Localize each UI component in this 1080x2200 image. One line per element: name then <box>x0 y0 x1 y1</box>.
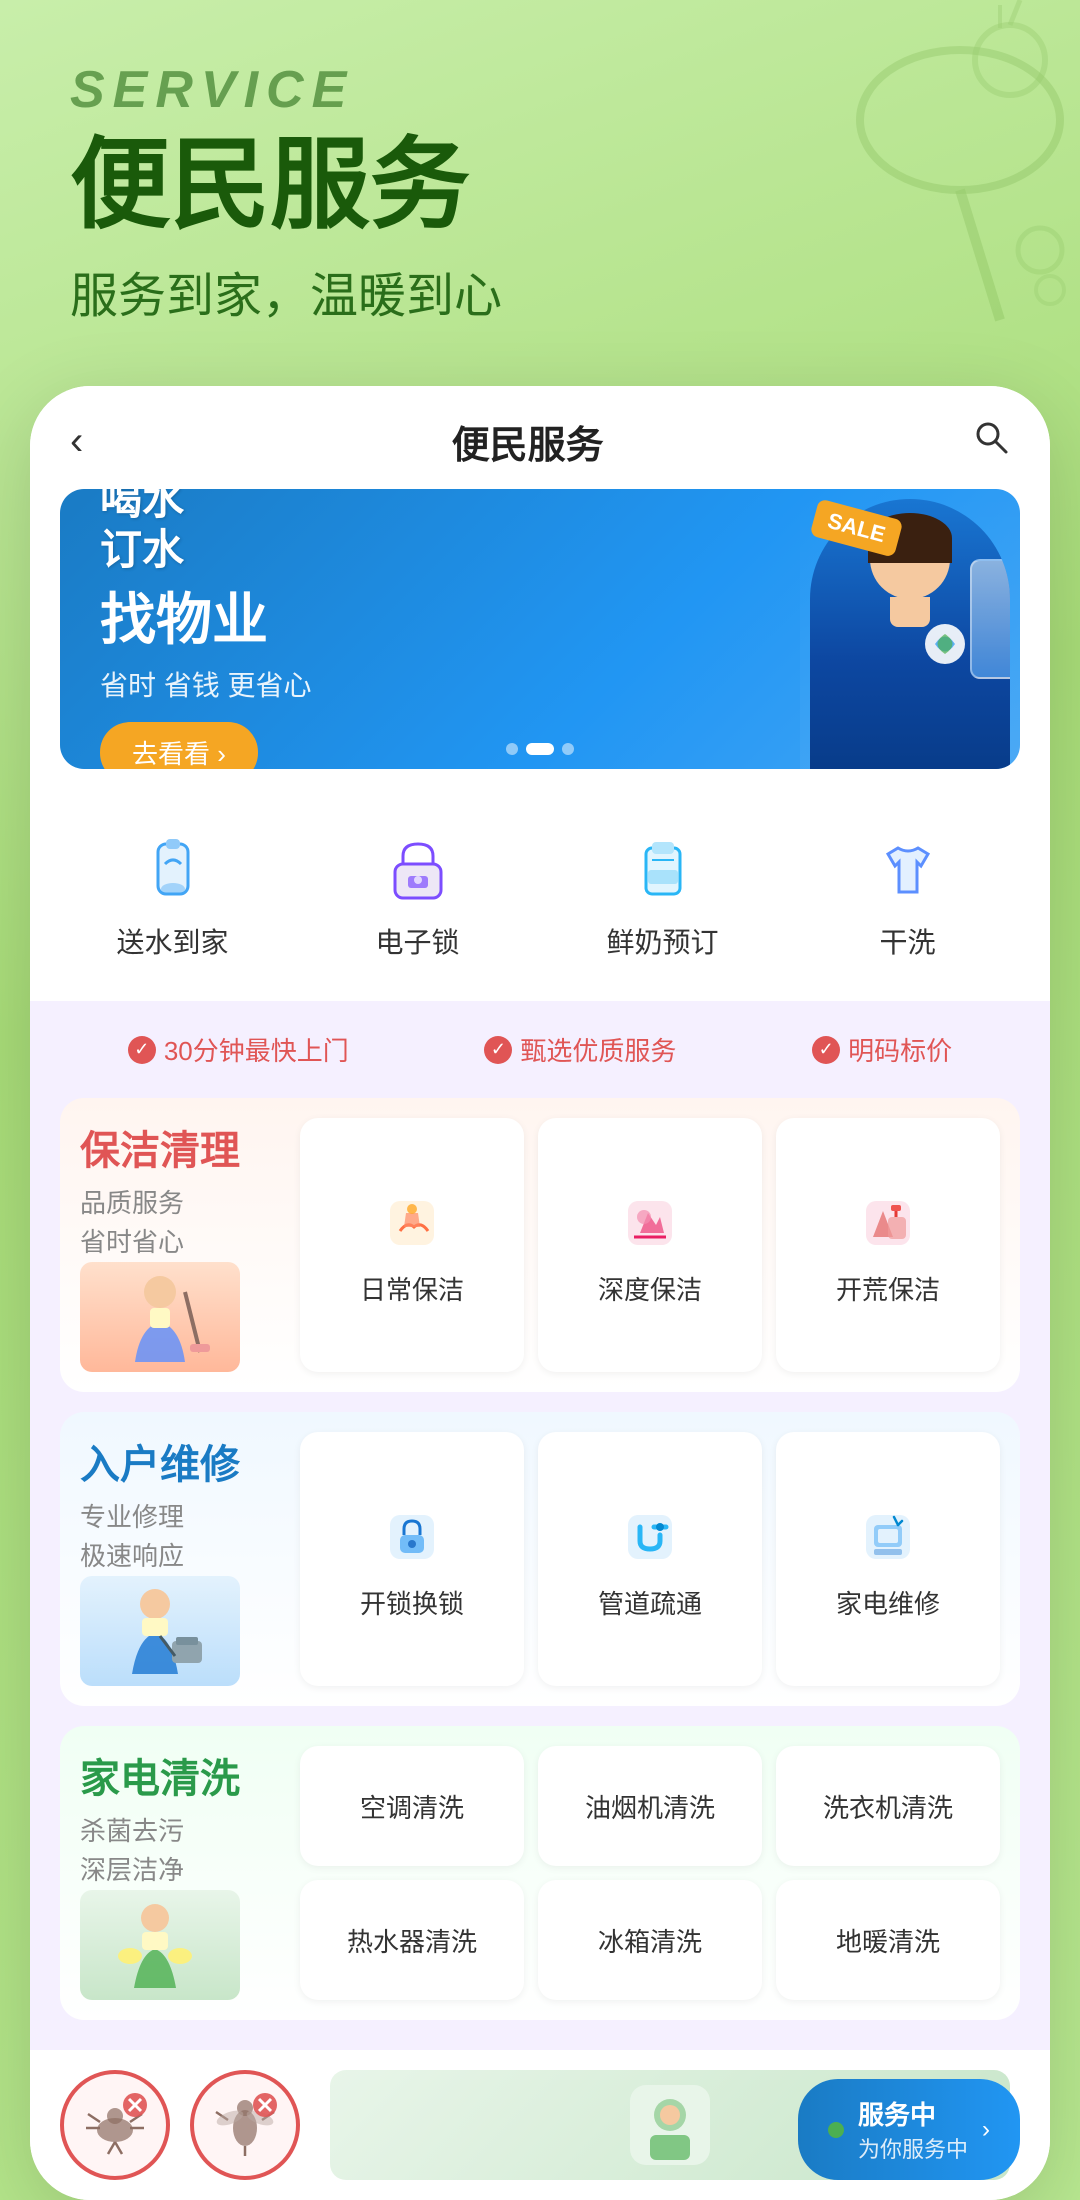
cleaning-person-illustration <box>80 1262 240 1372</box>
repair-card-left: 入户维修 专业修理极速响应 <box>80 1432 300 1686</box>
repair-services-grid: 开锁换锁 管道疏通 <box>300 1432 1000 1686</box>
banner-line1: 喝水 订水 <box>100 489 980 575</box>
appliance-fridge-label: 冰箱清洗 <box>598 1922 702 1959</box>
appliance-floor-heating-label: 地暖清洗 <box>836 1922 940 1959</box>
pipe-icon <box>615 1502 685 1572</box>
hero-section: SERVICE 便民服务 服务到家，温暖到心 <box>0 0 1080 366</box>
appliance-washer-label: 洗衣机清洗 <box>823 1788 953 1825</box>
hero-title: 便民服务 <box>70 130 1020 240</box>
milk-icon <box>623 829 703 909</box>
appliance-ac-label: 空调清洗 <box>360 1788 464 1825</box>
service-status-label: 服务中 <box>858 2095 968 2132</box>
quick-service-milk-label: 鲜奶预订 <box>606 921 718 961</box>
nav-bar: ‹ 便民服务 <box>30 386 1050 489</box>
repair-title: 入户维修 <box>80 1432 280 1490</box>
water-icon <box>133 829 213 909</box>
service-pipe[interactable]: 管道疏通 <box>538 1432 762 1686</box>
pipe-label: 管道疏通 <box>598 1584 702 1621</box>
appliance-heater-label: 热水器清洗 <box>347 1922 477 1959</box>
quick-service-water-label: 送水到家 <box>116 921 228 961</box>
badge-check-icon: ✓ <box>128 1036 156 1064</box>
banner-subtitle: 省时 省钱 更省心 <box>100 664 980 704</box>
daily-cleaning-icon <box>377 1188 447 1258</box>
renovation-cleaning-icon <box>853 1188 923 1258</box>
service-status-dot <box>828 2122 844 2138</box>
appliance-card: 家电清洗 杀菌去污深层洁净 <box>60 1726 1020 2020</box>
quick-service-dryclean[interactable]: 干洗 <box>785 809 1030 981</box>
banner-cta-button[interactable]: 去看看 › <box>100 722 258 769</box>
deep-cleaning-label: 深度保洁 <box>598 1270 702 1307</box>
badge-check-icon-3: ✓ <box>812 1036 840 1064</box>
appliance-card-left: 家电清洗 杀菌去污深层洁净 <box>80 1746 300 2000</box>
badge-check-icon-2: ✓ <box>484 1036 512 1064</box>
service-locksmith[interactable]: 开锁换锁 <box>300 1432 524 1686</box>
appliance-hood[interactable]: 油烟机清洗 <box>538 1746 762 1866</box>
badges-row: ✓ 30分钟最快上门 ✓ 甄选优质服务 ✓ 明码标价 <box>60 1031 1020 1068</box>
hero-service-label: SERVICE <box>70 60 1020 120</box>
service-bar-text: 服务中 为你服务中 <box>858 2095 968 2164</box>
badge-quality: ✓ 甄选优质服务 <box>484 1031 676 1068</box>
repair-desc: 专业修理极速响应 <box>80 1498 280 1576</box>
shirt-icon <box>868 829 948 909</box>
hero-subtitle: 服务到家，温暖到心 <box>70 256 1020 326</box>
appliance-repair-label: 家电维修 <box>836 1584 940 1621</box>
badge-fast: ✓ 30分钟最快上门 <box>128 1031 349 1068</box>
phone-frame: ‹ 便民服务 喝水 订水 找物业 省时 省钱 更省心 去看看 › <box>30 386 1050 2200</box>
daily-cleaning-label: 日常保洁 <box>360 1270 464 1307</box>
pest-icon-1 <box>60 2070 170 2180</box>
quick-service-lock[interactable]: 电子锁 <box>295 809 540 981</box>
cleaning-services-grid: 日常保洁 深度保洁 <box>300 1118 1000 1372</box>
banner[interactable]: 喝水 订水 找物业 省时 省钱 更省心 去看看 › SALE <box>60 489 1020 769</box>
service-daily-cleaning[interactable]: 日常保洁 <box>300 1118 524 1372</box>
appliance-services-grid: 空调清洗 油烟机清洗 洗衣机清洗 热水器清洗 冰箱清洗 地暖 <box>300 1746 1000 2000</box>
quick-service-milk[interactable]: 鲜奶预订 <box>540 809 785 981</box>
cleaning-desc: 品质服务省时省心 <box>80 1184 280 1262</box>
renovation-cleaning-label: 开荒保洁 <box>836 1270 940 1307</box>
locksmith-label: 开锁换锁 <box>360 1584 464 1621</box>
appliance-repair-icon <box>853 1502 923 1572</box>
appliance-title: 家电清洗 <box>80 1746 280 1804</box>
nav-title: 便民服务 <box>452 414 604 469</box>
service-renovation-cleaning[interactable]: 开荒保洁 <box>776 1118 1000 1372</box>
appliance-washer[interactable]: 洗衣机清洗 <box>776 1746 1000 1866</box>
back-button[interactable]: ‹ <box>70 419 83 464</box>
lock-icon <box>378 829 458 909</box>
quick-service-lock-label: 电子锁 <box>375 921 459 961</box>
quick-services-grid: 送水到家 电子锁 <box>30 799 1050 1001</box>
cleaning-card-left: 保洁清理 品质服务省时省心 <box>80 1118 300 1372</box>
appliance-ac[interactable]: 空调清洗 <box>300 1746 524 1866</box>
quick-service-water[interactable]: 送水到家 <box>50 809 295 981</box>
cleaning-card: 保洁清理 品质服务省时省心 <box>60 1098 1020 1392</box>
quick-service-dryclean-label: 干洗 <box>879 921 935 961</box>
appliance-heater[interactable]: 热水器清洗 <box>300 1880 524 2000</box>
bottom-section: 服务中 为你服务中 › <box>30 2050 1050 2200</box>
banner-content: 喝水 订水 找物业 省时 省钱 更省心 去看看 › <box>60 489 1020 769</box>
repair-card: 入户维修 专业修理极速响应 <box>60 1412 1020 1706</box>
banner-title-big: 找物业 <box>100 575 980 656</box>
service-in-progress-bar[interactable]: 服务中 为你服务中 › <box>798 2079 1020 2180</box>
service-appliance-repair[interactable]: 家电维修 <box>776 1432 1000 1686</box>
service-deep-cleaning[interactable]: 深度保洁 <box>538 1118 762 1372</box>
badge-price: ✓ 明码标价 <box>812 1031 952 1068</box>
deep-cleaning-icon <box>615 1188 685 1258</box>
appliance-fridge[interactable]: 冰箱清洗 <box>538 1880 762 2000</box>
service-serving-label: 为你服务中 <box>858 2132 968 2164</box>
pest-control-icons <box>60 2070 300 2180</box>
service-bar-arrow: › <box>982 2116 990 2144</box>
appliance-desc: 杀菌去污深层洁净 <box>80 1812 280 1890</box>
services-container: ✓ 30分钟最快上门 ✓ 甄选优质服务 ✓ 明码标价 保洁清理 品质服务省时省心 <box>30 1001 1050 2050</box>
repair-person-illustration <box>80 1576 240 1686</box>
cleaning-title: 保洁清理 <box>80 1118 280 1176</box>
appliance-floor-heating[interactable]: 地暖清洗 <box>776 1880 1000 2000</box>
locksmith-icon <box>377 1502 447 1572</box>
pest-icon-2 <box>190 2070 300 2180</box>
search-button[interactable] <box>972 418 1010 466</box>
appliance-person-illustration <box>80 1890 240 2000</box>
appliance-hood-label: 油烟机清洗 <box>585 1788 715 1825</box>
